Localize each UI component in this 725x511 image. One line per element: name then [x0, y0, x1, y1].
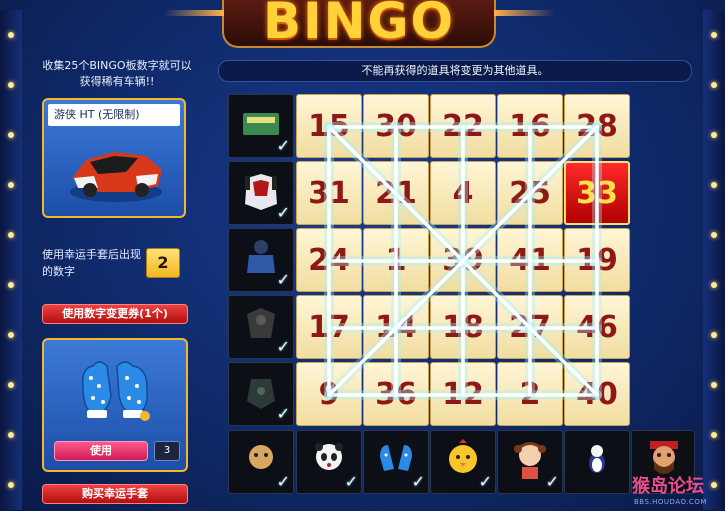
bingo-cell-5-3[interactable]: 12 [430, 362, 496, 426]
claimed-check-icon: ✓ [276, 203, 290, 222]
right-bulb-border [703, 10, 725, 510]
claimed-check-icon: ✓ [276, 404, 290, 423]
row-reward-3[interactable]: ✓ [228, 228, 294, 292]
column-reward-2[interactable]: ✓ [363, 430, 429, 494]
bingo-cell-2-4[interactable]: 25 [497, 161, 563, 225]
watermark-logo: 猴岛论坛 [632, 476, 704, 497]
red-race-car-icon [70, 152, 162, 202]
bingo-cell-4-2[interactable]: 14 [363, 295, 429, 359]
lucky-glove-card: 使用 3 [42, 338, 188, 472]
bingo-cell-4-1[interactable]: 17 [296, 295, 362, 359]
notice-bar: 不能再获得的道具将变更为其他道具。 [218, 60, 692, 82]
bingo-cell-5-5[interactable]: 40 [564, 362, 630, 426]
diagonal-reward[interactable]: ✓ [228, 430, 294, 494]
penguin-pet-icon [589, 445, 605, 473]
buy-glove-button[interactable]: 购买幸运手套 [42, 484, 188, 504]
lucky-number-label: 使用幸运手套后出现的数字 [42, 248, 141, 278]
bingo-cell-5-2[interactable]: 36 [363, 362, 429, 426]
bingo-cell-2-3[interactable]: 4 [430, 161, 496, 225]
page-title: BINGO [262, 0, 456, 50]
row-reward-2[interactable]: ✓ [228, 161, 294, 225]
bingo-cell-4-3[interactable]: 18 [430, 295, 496, 359]
claimed-check-icon: ✓ [276, 337, 290, 356]
bingo-cell-2-2[interactable]: 21 [363, 161, 429, 225]
bingo-cell-3-2[interactable]: 1 [363, 228, 429, 292]
bingo-cell-3-1[interactable]: 24 [296, 228, 362, 292]
reward-car-card: 游侠 HT (无限制) [42, 98, 186, 218]
bingo-cell-3-5[interactable]: 19 [564, 228, 630, 292]
claimed-check-icon: ✓ [411, 472, 425, 491]
left-panel: 收集25个BINGO板数字就可以获得稀有车辆!! 游侠 HT (无限制) 使用幸… [32, 40, 194, 511]
bingo-cell-1-4[interactable]: 16 [497, 94, 563, 158]
bingo-cell-5-4[interactable]: 2 [497, 362, 563, 426]
claimed-check-icon: ✓ [545, 472, 559, 491]
bingo-cell-1-5[interactable]: 28 [564, 94, 630, 158]
bingo-cell-2-5-highlighted[interactable]: 33 [564, 161, 630, 225]
bingo-cell-3-4[interactable]: 41 [497, 228, 563, 292]
bingo-window: BINGO 收集25个BINGO板数字就可以获得稀有车辆!! 游侠 HT (无限… [0, 0, 725, 511]
lucky-number-row: 使用幸运手套后出现的数字 2 [42, 238, 186, 290]
column-reward-1[interactable]: ✓ [296, 430, 362, 494]
bingo-cell-5-1[interactable]: 9 [296, 362, 362, 426]
bingo-cell-1-3[interactable]: 22 [430, 94, 496, 158]
car-name: 游侠 HT (无限制) [48, 104, 180, 126]
row-reward-5[interactable]: ✓ [228, 362, 294, 426]
forum-watermark: 猴岛论坛 BBS.HOUDAO.COM [630, 470, 725, 511]
bingo-cell-3-3[interactable]: 39 [430, 228, 496, 292]
column-reward-4[interactable]: ✓ [497, 430, 563, 494]
reward-description: 收集25个BINGO板数字就可以获得稀有车辆!! [42, 59, 192, 88]
bingo-cell-4-5[interactable]: 46 [564, 295, 630, 359]
row-reward-1[interactable]: ✓ [228, 94, 294, 158]
bingo-board: ✓ ✓ ✓ ✓ ✓ 15 30 22 16 28 31 21 4 25 33 2… [226, 92, 695, 511]
use-glove-button[interactable]: 使用 [54, 441, 148, 461]
claimed-check-icon: ✓ [478, 472, 492, 491]
claimed-check-icon: ✓ [276, 270, 290, 289]
bingo-cell-4-4[interactable]: 27 [497, 295, 563, 359]
title-marquee: BINGO [164, 0, 496, 50]
claimed-check-icon: ✓ [344, 472, 358, 491]
blue-polka-dot-gloves-icon [81, 361, 150, 421]
glove-count: 3 [154, 441, 180, 461]
bingo-cell-2-1[interactable]: 31 [296, 161, 362, 225]
bingo-cell-1-2[interactable]: 30 [363, 94, 429, 158]
left-bulb-border [0, 10, 22, 510]
column-reward-3[interactable]: ✓ [430, 430, 496, 494]
bingo-cell-1-1[interactable]: 15 [296, 94, 362, 158]
claimed-check-icon: ✓ [276, 136, 290, 155]
lucky-number-value: 2 [146, 248, 180, 278]
number-change-button[interactable]: 使用数字变更券(1个) [42, 304, 188, 324]
watermark-url: BBS.HOUDAO.COM [634, 498, 707, 506]
claimed-check-icon: ✓ [276, 472, 290, 491]
row-reward-4[interactable]: ✓ [228, 295, 294, 359]
column-reward-5[interactable] [564, 430, 630, 494]
